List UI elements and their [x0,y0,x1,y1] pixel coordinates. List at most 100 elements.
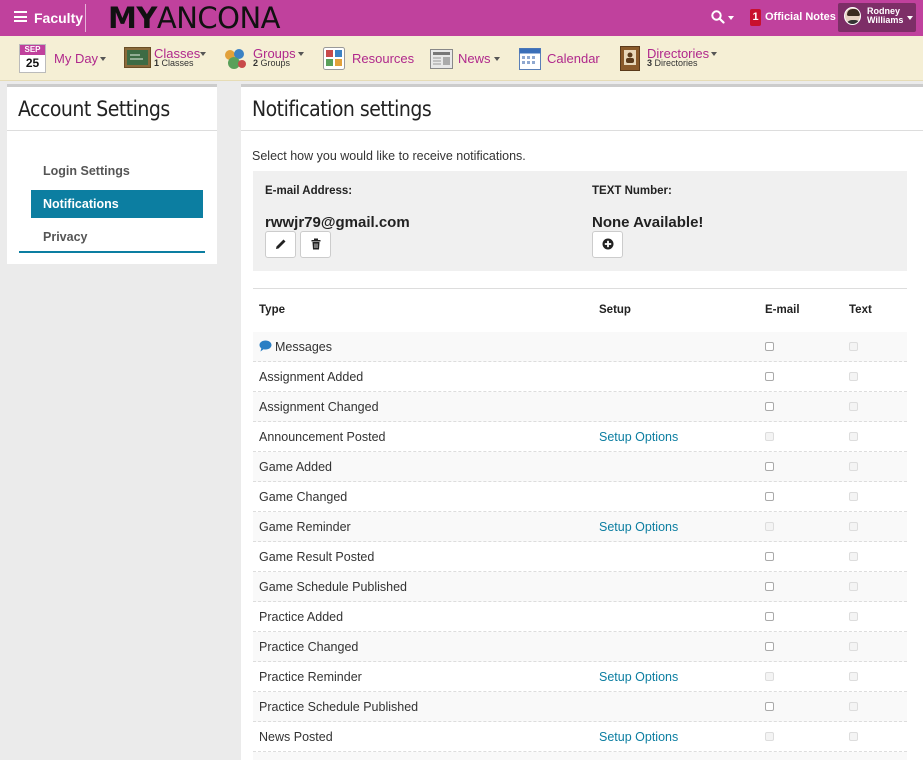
sidebar-item-login-settings[interactable]: Login Settings [31,157,203,185]
nav-label: My Day [54,51,99,66]
email-checkbox[interactable] [765,702,774,711]
hamburger-menu-icon[interactable] [14,11,27,22]
table-row: Game Reminder Setup Options [253,512,907,542]
notification-type: Assignment Added [259,370,364,384]
panel-title: Account Settings [18,97,170,121]
chalkboard-icon [124,47,151,68]
pencil-icon [276,239,286,249]
table-row: News Posted Setup Options [253,722,907,752]
column-header-setup: Setup [599,304,631,316]
email-checkbox [765,432,774,441]
text-checkbox [849,702,858,711]
nav-groups[interactable]: Groups 2 Groups [222,36,312,81]
column-header-type: Type [259,304,285,316]
text-checkbox [849,342,858,351]
table-row: Announcement Posted Setup Options [253,422,907,452]
official-notes-link[interactable]: Official Notes [765,11,836,23]
notification-type: Game Schedule Published [259,580,408,594]
delete-email-button[interactable] [300,231,331,258]
notification-type: News Posted [259,730,333,744]
text-checkbox [849,372,858,381]
nav-label: Resources [352,51,415,66]
email-checkbox [765,522,774,531]
email-checkbox [765,672,774,681]
nav-news[interactable]: News [428,36,508,81]
nav-sub: 2 Groups [253,58,291,68]
divider [19,251,205,253]
chevron-down-icon [728,16,734,20]
trash-icon [311,238,321,250]
email-checkbox[interactable] [765,402,774,411]
main-nav: SEP 25 My Day Classes 1 Classes Groups 2… [0,36,923,81]
notification-type: Practice Added [259,610,344,624]
nav-calendar[interactable]: Calendar [518,36,608,81]
user-name: Rodney Williams [867,6,904,25]
table-header-row [253,289,907,332]
notification-type: Messages [259,340,332,354]
chevron-down-icon [298,52,304,56]
email-checkbox[interactable] [765,492,774,501]
text-checkbox [849,612,858,621]
search-icon [711,10,725,24]
text-checkbox [849,732,858,741]
text-checkbox [849,432,858,441]
column-header-text: Text [849,304,872,316]
notification-settings-panel: Notification settings Select how you wou… [241,84,923,760]
email-checkbox[interactable] [765,342,774,351]
notification-type: Game Result Posted [259,550,375,564]
table-row: Game Added [253,452,907,482]
sidebar-item-notifications[interactable]: Notifications [31,190,203,218]
divider [241,130,923,131]
table-row: Practice Added [253,602,907,632]
setup-options-link[interactable]: Setup Options [599,430,678,444]
divider [7,130,217,131]
email-value: rwwjr79@gmail.com [265,214,410,231]
email-checkbox[interactable] [765,582,774,591]
email-checkbox[interactable] [765,372,774,381]
table-row: Messages [253,332,907,362]
setup-options-link[interactable]: Setup Options [599,670,678,684]
contact-info-box: E-mail Address: rwwjr79@gmail.com TEXT N… [253,171,907,271]
top-divider [85,4,86,32]
instructions-text: Select how you would like to receive not… [252,149,526,163]
text-checkbox [849,492,858,501]
notification-type: Practice Schedule Published [259,700,419,714]
search-button[interactable] [711,9,737,27]
table-row: Game Result Posted [253,542,907,572]
email-checkbox[interactable] [765,642,774,651]
chevron-down-icon [100,57,106,61]
calendar-icon [519,48,541,70]
avatar [844,7,861,25]
sidebar-item-privacy[interactable]: Privacy [31,223,203,251]
nav-resources[interactable]: Resources [322,36,418,81]
nav-my-day[interactable]: SEP 25 My Day [0,36,112,81]
notification-type: Game Added [259,460,332,474]
notes-count-badge[interactable]: 1 [750,9,761,26]
column-header-email: E-mail [765,304,800,316]
nav-label: News [458,51,491,66]
table-row: Practice Reminder Setup Options [253,662,907,692]
edit-email-button[interactable] [265,231,296,258]
email-checkbox[interactable] [765,552,774,561]
account-settings-panel: Account Settings Login Settings Notifica… [7,84,217,264]
notification-type: Game Changed [259,490,348,504]
nav-label: Calendar [547,51,600,66]
add-text-number-button[interactable] [592,231,623,258]
nav-sub: 1 Classes [154,58,194,68]
setup-options-link[interactable]: Setup Options [599,730,678,744]
top-bar: Faculty MYANCONA 1 Official Notes Rodney… [0,0,923,36]
nav-sub: 3 Directories [647,58,698,68]
email-checkbox[interactable] [765,612,774,621]
nav-directories[interactable]: Directories 3 Directories [618,36,728,81]
user-menu-button[interactable]: Rodney Williams [838,3,916,32]
email-checkbox[interactable] [765,462,774,471]
notification-type: Practice Changed [259,640,359,654]
setup-options-link[interactable]: Setup Options [599,520,678,534]
nav-classes[interactable]: Classes 1 Classes [122,36,212,81]
text-number-value: None Available! [592,214,704,231]
chevron-down-icon [494,57,500,61]
role-label[interactable]: Faculty [34,10,83,26]
text-checkbox [849,582,858,591]
site-logo[interactable]: MYANCONA [108,2,281,34]
speech-bubble-icon [259,340,272,352]
